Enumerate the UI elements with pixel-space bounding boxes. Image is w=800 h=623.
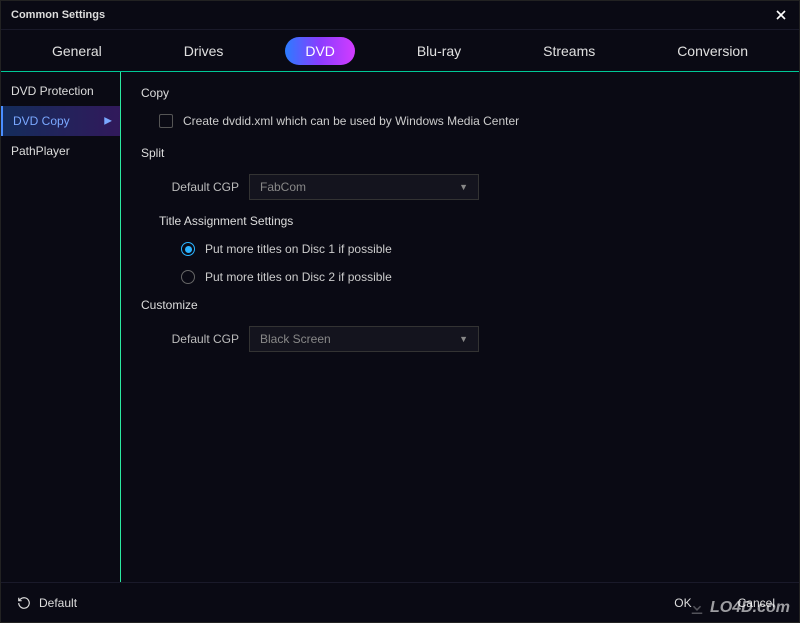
radio-disc2-row: Put more titles on Disc 2 if possible <box>181 270 779 284</box>
cancel-button[interactable]: Cancel <box>730 592 783 614</box>
title-assignment-label: Title Assignment Settings <box>159 214 779 228</box>
copy-checkbox-row: Create dvdid.xml which can be used by Wi… <box>159 114 779 128</box>
radio-disc1-row: Put more titles on Disc 1 if possible <box>181 242 779 256</box>
window-title: Common Settings <box>11 9 105 21</box>
section-split-title: Split <box>141 146 779 160</box>
tabbar: General Drives DVD Blu-ray Streams Conve… <box>1 30 799 72</box>
content-panel: Copy Create dvdid.xml which can be used … <box>121 72 799 582</box>
tab-dvd[interactable]: DVD <box>285 37 355 65</box>
section-customize-title: Customize <box>141 298 779 312</box>
close-button[interactable] <box>773 7 789 23</box>
tab-streams[interactable]: Streams <box>523 37 615 65</box>
create-dvdid-checkbox[interactable] <box>159 114 173 128</box>
footer: Default OK Cancel <box>1 582 799 622</box>
titlebar: Common Settings <box>1 1 799 30</box>
sidebar-item-label: PathPlayer <box>11 144 70 158</box>
sidebar-item-label: DVD Protection <box>11 84 94 98</box>
chevron-down-icon: ▼ <box>459 182 468 192</box>
tab-general[interactable]: General <box>32 37 122 65</box>
customize-default-cgp-select[interactable]: Black Screen ▼ <box>249 326 479 352</box>
sidebar-item-dvd-copy[interactable]: DVD Copy ▶ <box>1 106 120 136</box>
radio-disc1-label: Put more titles on Disc 1 if possible <box>205 242 392 256</box>
split-default-cgp-value: FabCom <box>260 180 306 194</box>
customize-default-cgp-row: Default CGP Black Screen ▼ <box>159 326 779 352</box>
default-button[interactable]: Default <box>17 596 77 610</box>
section-copy-title: Copy <box>141 86 779 100</box>
split-default-cgp-row: Default CGP FabCom ▼ <box>159 174 779 200</box>
split-default-cgp-label: Default CGP <box>159 180 249 194</box>
create-dvdid-label: Create dvdid.xml which can be used by Wi… <box>183 114 519 128</box>
customize-default-cgp-label: Default CGP <box>159 332 249 346</box>
radio-dot-icon <box>185 246 192 253</box>
tab-drives[interactable]: Drives <box>164 37 244 65</box>
tab-conversion[interactable]: Conversion <box>657 37 768 65</box>
body-area: DVD Protection DVD Copy ▶ PathPlayer Cop… <box>1 72 799 582</box>
default-button-label: Default <box>39 596 77 610</box>
sidebar-item-pathplayer[interactable]: PathPlayer <box>1 136 120 166</box>
chevron-down-icon: ▼ <box>459 334 468 344</box>
radio-disc1[interactable] <box>181 242 195 256</box>
sidebar-item-dvd-protection[interactable]: DVD Protection <box>1 76 120 106</box>
ok-button[interactable]: OK <box>666 592 699 614</box>
radio-disc2-label: Put more titles on Disc 2 if possible <box>205 270 392 284</box>
close-icon <box>776 10 786 20</box>
customize-default-cgp-value: Black Screen <box>260 332 331 346</box>
sidebar: DVD Protection DVD Copy ▶ PathPlayer <box>1 72 121 582</box>
radio-disc2[interactable] <box>181 270 195 284</box>
tab-bluray[interactable]: Blu-ray <box>397 37 481 65</box>
split-default-cgp-select[interactable]: FabCom ▼ <box>249 174 479 200</box>
chevron-right-icon: ▶ <box>104 116 112 127</box>
footer-right: OK Cancel <box>666 592 783 614</box>
reset-icon <box>17 596 31 610</box>
sidebar-item-label: DVD Copy <box>13 114 70 128</box>
settings-window: Common Settings General Drives DVD Blu-r… <box>0 0 800 623</box>
